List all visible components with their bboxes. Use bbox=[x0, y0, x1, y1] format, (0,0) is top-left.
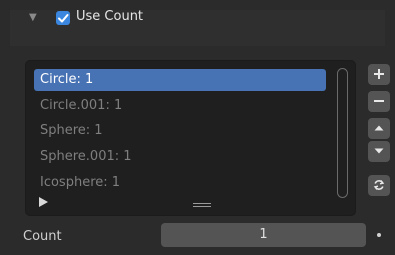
filter-options-triangle-icon[interactable] bbox=[39, 197, 48, 207]
list-scrollbar[interactable] bbox=[337, 68, 348, 198]
count-field[interactable]: 1 bbox=[161, 223, 366, 247]
add-item-button[interactable] bbox=[368, 64, 390, 85]
refresh-button[interactable] bbox=[368, 175, 390, 196]
list-item[interactable]: Icosphere: 1 bbox=[34, 172, 326, 194]
collapse-triangle-icon[interactable]: ▼ bbox=[29, 12, 37, 24]
count-label: Count bbox=[23, 229, 62, 244]
resize-grip-icon[interactable] bbox=[193, 203, 211, 209]
keyframe-dot-icon[interactable] bbox=[377, 233, 381, 237]
move-down-button[interactable] bbox=[368, 141, 390, 162]
checkmark-icon bbox=[58, 14, 69, 23]
list-item[interactable]: Sphere.001: 1 bbox=[34, 146, 326, 168]
plus-icon bbox=[374, 69, 384, 79]
object-list[interactable]: Circle: 1 Circle.001: 1 Sphere: 1 Sphere… bbox=[25, 60, 356, 216]
list-item[interactable]: Circle.001: 1 bbox=[34, 95, 326, 117]
use-count-label: Use Count bbox=[76, 9, 144, 24]
move-down-icon bbox=[374, 148, 384, 154]
move-up-icon bbox=[374, 125, 384, 131]
list-item[interactable]: Circle: 1 bbox=[34, 69, 326, 91]
refresh-icon bbox=[373, 180, 385, 190]
list-item[interactable]: Sphere: 1 bbox=[34, 120, 326, 142]
use-count-checkbox[interactable] bbox=[56, 11, 70, 25]
remove-item-button[interactable] bbox=[368, 91, 390, 112]
move-up-button[interactable] bbox=[368, 118, 390, 139]
minus-icon bbox=[374, 100, 384, 102]
